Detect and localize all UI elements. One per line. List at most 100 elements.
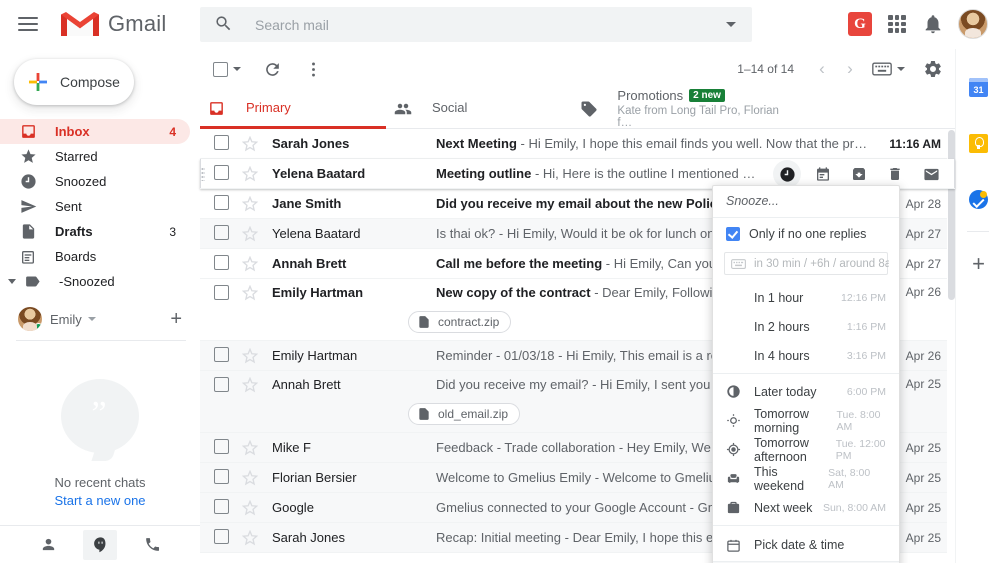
checkbox-checked-icon[interactable] [726, 227, 740, 241]
star-icon[interactable] [242, 500, 258, 516]
phone-icon[interactable] [135, 530, 169, 560]
sidebar-item-snoozed[interactable]: Snoozed [0, 169, 190, 194]
account-row[interactable]: Emily + [0, 298, 200, 340]
snooze-option-tomorrow-morning[interactable]: Tomorrow morning Tue. 8:00 AM [713, 406, 899, 435]
category-tabs: Primary Social Promotions2 new Kate from… [200, 89, 955, 129]
archive-icon[interactable] [845, 160, 873, 188]
row-checkbox[interactable] [214, 285, 230, 303]
snooze-icon[interactable] [773, 160, 801, 188]
sidebar-item-boards[interactable]: Boards [0, 244, 190, 269]
star-icon[interactable] [242, 348, 258, 364]
row-checkbox[interactable] [214, 439, 230, 457]
scrollbar-thumb[interactable] [948, 130, 955, 300]
chevron-down-icon[interactable] [233, 67, 241, 71]
add-addon-button[interactable]: + [956, 236, 1000, 292]
sidebar-item-inbox[interactable]: Inbox 4 [0, 119, 190, 144]
compose-button[interactable]: Compose [14, 59, 134, 105]
row-subject-text: Call me before the meeting [436, 256, 602, 271]
google-keep-icon[interactable] [956, 115, 1000, 171]
select-all-checkbox[interactable] [213, 62, 241, 77]
snooze-option-later-today[interactable]: Later today 6:00 PM [713, 377, 899, 406]
notifications-bell-icon[interactable] [922, 13, 944, 35]
hangouts-icon[interactable] [83, 530, 117, 560]
only-if-no-reply-checkbox[interactable]: Only if no one replies [713, 218, 899, 246]
row-checkbox[interactable] [214, 195, 230, 213]
search-bar[interactable] [200, 7, 752, 42]
snooze-input-field[interactable] [754, 258, 889, 270]
delete-icon[interactable] [881, 160, 909, 188]
tag-tab-icon [580, 100, 601, 118]
star-icon[interactable] [242, 470, 258, 486]
tab-promotions[interactable]: Promotions2 new Kate from Long Tail Pro,… [572, 89, 792, 128]
divider [713, 525, 899, 526]
sidebar-item-starred[interactable]: Starred [0, 144, 190, 169]
task-icon[interactable] [809, 160, 837, 188]
account-avatar[interactable] [18, 307, 42, 331]
snooze-option-in-1-hour[interactable]: In 1 hour 12:16 PM [713, 283, 899, 312]
list-scrollbar[interactable] [947, 130, 955, 563]
row-subject-text: Is thai ok? [436, 226, 495, 241]
drag-handle[interactable] [201, 167, 205, 181]
tab-social[interactable]: Social [386, 89, 572, 128]
board-icon [18, 247, 38, 267]
more-options-icon[interactable] [304, 60, 323, 79]
google-calendar-icon[interactable]: 31 [956, 59, 1000, 115]
row-checkbox[interactable] [214, 529, 230, 547]
start-new-chat-link[interactable]: Start a new one [0, 493, 200, 508]
refresh-icon[interactable] [263, 60, 282, 79]
hamburger-menu-icon[interactable] [16, 12, 40, 36]
row-checkbox[interactable] [214, 225, 230, 243]
row-sender: Yelena Baatard [272, 166, 422, 181]
star-icon[interactable] [242, 226, 258, 242]
search-options-chevron-icon[interactable] [726, 22, 736, 27]
next-page-button[interactable]: › [836, 55, 864, 83]
search-input[interactable] [255, 17, 726, 33]
snooze-natural-language-input[interactable] [724, 252, 888, 275]
chat-empty-state: ” No recent chats Start a new one [0, 354, 200, 508]
row-sender: Annah Brett [272, 256, 422, 271]
google-tasks-icon[interactable] [956, 171, 1000, 227]
row-date: 11:16 AM [879, 137, 941, 151]
mark-unread-icon[interactable] [917, 160, 945, 188]
chevron-down-icon[interactable] [897, 67, 905, 71]
row-checkbox[interactable] [214, 377, 230, 395]
table-row[interactable]: Sarah Jones Next Meeting - Hi Emily, I h… [200, 129, 955, 159]
snooze-option-tomorrow-afternoon[interactable]: Tomorrow afternoon Tue. 12:00 PM [713, 435, 899, 464]
star-icon[interactable] [242, 256, 258, 272]
settings-gear-icon[interactable] [923, 59, 943, 79]
snooze-option-this-weekend[interactable]: This weekend Sat, 8:00 AM [713, 464, 899, 493]
tab-primary[interactable]: Primary [200, 89, 386, 128]
sidebar-item-drafts[interactable]: Drafts 3 [0, 219, 190, 244]
row-checkbox[interactable] [214, 255, 230, 273]
avatar[interactable] [958, 9, 988, 39]
prev-page-button[interactable]: ‹ [808, 55, 836, 83]
star-icon[interactable] [242, 530, 258, 546]
star-icon[interactable] [242, 166, 258, 182]
star-icon[interactable] [242, 440, 258, 456]
sidebar-item-snoozed-label[interactable]: -Snoozed [0, 269, 190, 294]
row-checkbox[interactable] [214, 469, 230, 487]
attachment-chip[interactable]: old_email.zip [408, 403, 520, 425]
chevron-down-icon[interactable] [8, 279, 16, 284]
snooze-option-in-4-hours[interactable]: In 4 hours 3:16 PM [713, 341, 899, 370]
snooze-option-pick-date-time[interactable]: Pick date & time [713, 529, 899, 561]
row-checkbox[interactable] [214, 347, 230, 365]
star-icon[interactable] [242, 377, 258, 393]
attachment-chip[interactable]: contract.zip [408, 311, 511, 333]
add-contact-button[interactable]: + [170, 309, 182, 329]
star-icon[interactable] [242, 196, 258, 212]
star-icon[interactable] [242, 285, 258, 301]
row-checkbox[interactable] [214, 499, 230, 517]
keyboard-icon[interactable] [872, 61, 905, 77]
contacts-icon[interactable] [31, 530, 65, 560]
star-icon[interactable] [242, 136, 258, 152]
quote-glyph: ” [91, 395, 108, 433]
row-checkbox[interactable] [214, 135, 230, 153]
gmelius-button[interactable]: G [848, 12, 872, 36]
row-checkbox[interactable] [214, 165, 230, 183]
snooze-option-next-week[interactable]: Next week Sun, 8:00 AM [713, 493, 899, 522]
sidebar-item-sent[interactable]: Sent [0, 194, 190, 219]
apps-grid-icon[interactable] [886, 13, 908, 35]
chevron-down-icon[interactable] [88, 317, 96, 321]
snooze-option-in-2-hours[interactable]: In 2 hours 1:16 PM [713, 312, 899, 341]
